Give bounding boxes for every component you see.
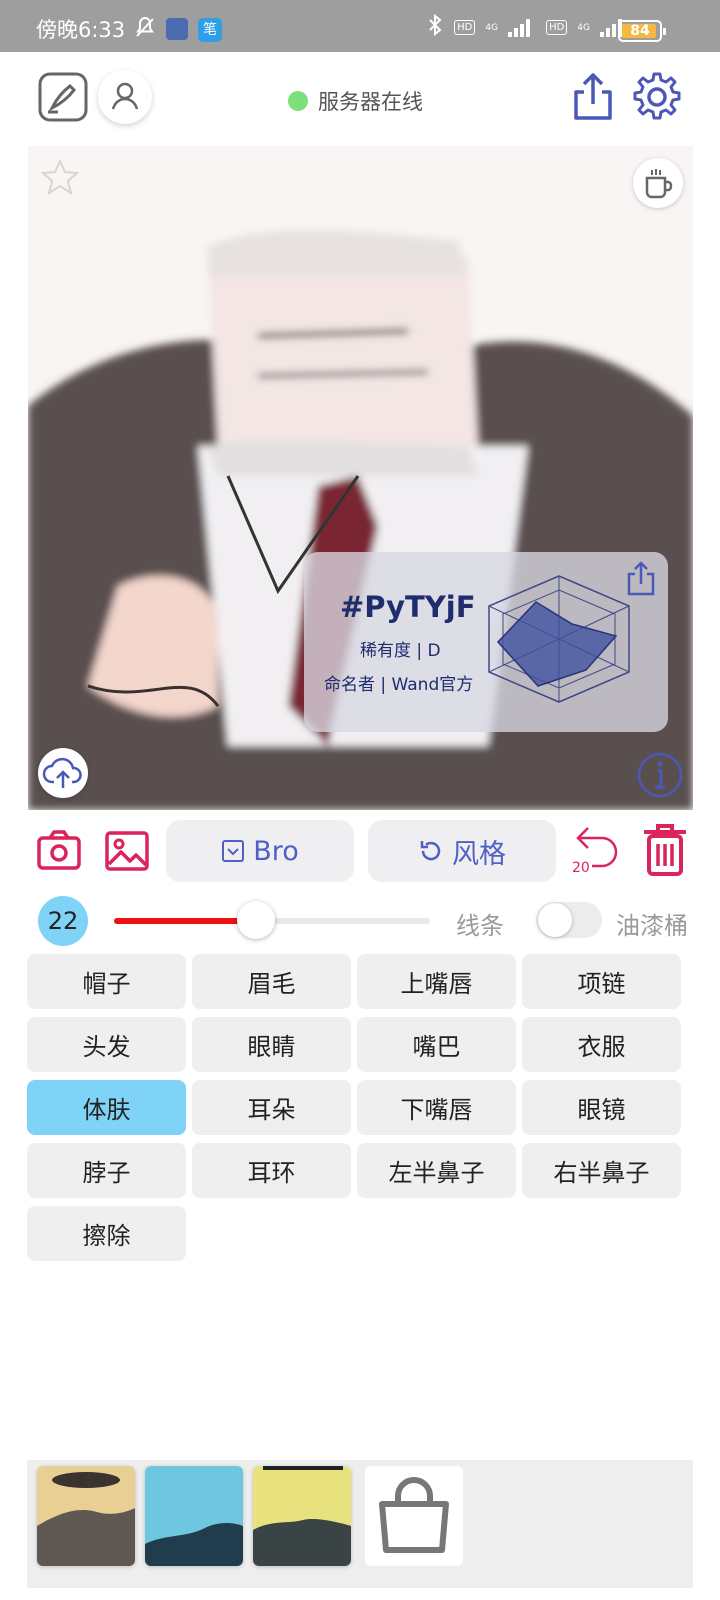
part-button[interactable]: 衣服 xyxy=(522,1017,681,1072)
brush-size-badge: 22 xyxy=(38,896,88,946)
battery-icon: 84 xyxy=(618,20,666,42)
server-status: 服务器在线 xyxy=(288,86,423,116)
share-icon xyxy=(574,73,612,120)
gallery-image-icon[interactable] xyxy=(104,828,150,874)
signal-icon-1 xyxy=(508,18,536,37)
share-button[interactable] xyxy=(566,70,620,124)
part-button[interactable]: 擦除 xyxy=(27,1206,186,1261)
part-button[interactable]: 脖子 xyxy=(27,1143,186,1198)
undo-button[interactable]: 20 xyxy=(570,824,622,876)
network-type-1: 4G xyxy=(485,22,499,33)
drawing-canvas[interactable]: #PyTYjF 稀有度 | D 命名者 | Wand官方 xyxy=(28,146,693,810)
battery-level: 84 xyxy=(630,23,650,39)
part-button[interactable]: 右半鼻子 xyxy=(522,1143,681,1198)
coffee-button[interactable] xyxy=(633,158,683,208)
camera-icon[interactable] xyxy=(36,828,82,874)
app-notification-icon-2: 笔 xyxy=(198,18,222,42)
namer-text: 命名者 | Wand官方 xyxy=(324,675,474,695)
server-status-text: 服务器在线 xyxy=(318,90,423,114)
info-icon xyxy=(637,752,683,798)
top-bar: 服务器在线 xyxy=(0,52,720,142)
status-bar: 傍晚6:33 笔 HD 4G HD 4G 84 xyxy=(0,0,720,52)
gear-icon xyxy=(633,72,681,120)
part-button[interactable]: 左半鼻子 xyxy=(357,1143,516,1198)
part-button[interactable]: 项链 xyxy=(522,954,681,1009)
bro-model-select[interactable]: Bro xyxy=(166,820,354,882)
hd-badge-2: HD xyxy=(546,20,568,35)
status-dot xyxy=(288,91,308,111)
history-thumbnail[interactable] xyxy=(37,1466,135,1566)
undo-count: 20 xyxy=(572,860,590,876)
sketch-edit-icon xyxy=(38,72,88,122)
bell-muted-icon xyxy=(134,16,156,43)
paint-bucket-toggle[interactable] xyxy=(536,902,602,938)
part-button[interactable]: 眼镜 xyxy=(522,1080,681,1135)
part-button[interactable]: 头发 xyxy=(27,1017,186,1072)
user-icon xyxy=(111,82,139,110)
style-label: 风格 xyxy=(452,838,506,870)
rarity-text: 稀有度 | D xyxy=(360,641,441,661)
profile-button[interactable] xyxy=(98,70,152,124)
history-thumbnail[interactable] xyxy=(253,1466,351,1566)
history-tray xyxy=(27,1460,693,1588)
paint-bucket-label: 油漆桶 xyxy=(616,912,688,940)
upload-cloud-button[interactable] xyxy=(38,748,88,798)
slider-fill xyxy=(114,918,257,924)
history-thumbnail[interactable] xyxy=(145,1466,243,1566)
shopping-bag-icon xyxy=(379,1477,449,1553)
slider-thumb[interactable] xyxy=(237,901,276,939)
bluetooth-icon xyxy=(426,13,444,41)
shopping-bag-button[interactable] xyxy=(365,1466,463,1566)
network-type-2: 4G xyxy=(577,22,590,33)
style-button[interactable]: 风格 xyxy=(368,820,556,882)
brush-settings-row: 22 线条 油漆桶 xyxy=(0,894,720,946)
tool-row: Bro 风格 20 xyxy=(0,818,720,884)
part-button[interactable]: 眼睛 xyxy=(192,1017,351,1072)
part-button[interactable]: 嘴巴 xyxy=(357,1017,516,1072)
part-button[interactable]: 耳朵 xyxy=(192,1080,351,1135)
part-button[interactable]: 耳环 xyxy=(192,1143,351,1198)
part-button[interactable]: 下嘴唇 xyxy=(357,1080,516,1135)
favorite-star-icon[interactable] xyxy=(40,158,80,202)
settings-button[interactable] xyxy=(630,70,684,124)
part-button[interactable]: 帽子 xyxy=(27,954,186,1009)
status-time: 傍晚6:33 xyxy=(36,18,126,42)
coffee-cup-icon xyxy=(645,169,673,199)
trash-icon[interactable] xyxy=(640,822,690,878)
sketch-edit-button[interactable] xyxy=(36,70,90,124)
character-card: #PyTYjF 稀有度 | D 命名者 | Wand官方 xyxy=(304,552,668,732)
line-mode-label: 线条 xyxy=(456,912,504,940)
part-button[interactable]: 体肤 xyxy=(27,1080,186,1135)
hd-badge-1: HD xyxy=(454,20,476,35)
part-button[interactable]: 上嘴唇 xyxy=(357,954,516,1009)
cloud-upload-icon xyxy=(42,757,82,788)
info-button[interactable] xyxy=(635,750,685,800)
dropdown-box-icon xyxy=(222,840,245,862)
refresh-icon xyxy=(420,841,441,861)
bro-label: Bro xyxy=(253,835,299,867)
attribute-radar-chart xyxy=(484,574,634,708)
part-button[interactable]: 眉毛 xyxy=(192,954,351,1009)
card-share-icon[interactable] xyxy=(624,560,658,602)
app-notification-icon xyxy=(166,18,188,40)
character-code: #PyTYjF xyxy=(340,590,476,624)
